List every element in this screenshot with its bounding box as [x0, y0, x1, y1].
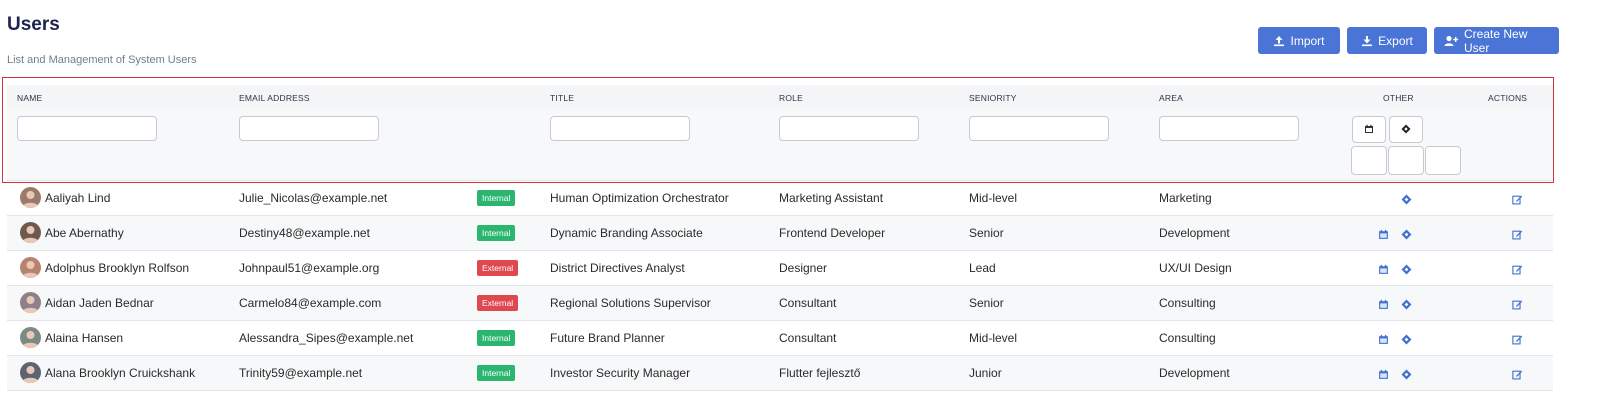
export-label: Export — [1378, 33, 1413, 48]
avatar — [20, 362, 41, 383]
avatar — [20, 257, 41, 278]
calendar-icon[interactable] — [1378, 262, 1389, 280]
diamond-icon[interactable] — [1401, 367, 1412, 385]
status-badge: External — [477, 260, 519, 276]
user-name: Abe Abernathy — [45, 226, 124, 240]
diamond-icon[interactable] — [1401, 332, 1412, 350]
table-row[interactable]: Aidan Jaden Bednar Carmelo84@example.com R… — [7, 286, 1553, 321]
add-user-icon — [1444, 35, 1459, 47]
status-badge: Internal — [477, 225, 516, 241]
user-role: Consultant — [779, 296, 837, 310]
user-seniority: Junior — [969, 366, 1002, 380]
user-role: Marketing Assistant — [779, 191, 884, 205]
page-title: Users — [7, 14, 60, 35]
user-email: Johnpaul51@example.org — [239, 261, 380, 275]
table-row[interactable]: Aaliyah Lind Julie_Nicolas@example.net Hum… — [7, 181, 1553, 216]
user-area: Consulting — [1159, 296, 1216, 310]
diamond-icon[interactable] — [1401, 192, 1412, 210]
user-seniority: Senior — [969, 296, 1004, 310]
calendar-icon[interactable] — [1378, 297, 1389, 315]
user-title: Investor Security Manager — [550, 366, 691, 380]
user-area: UX/UI Design — [1159, 261, 1232, 275]
download-icon — [1361, 35, 1373, 47]
user-role: Flutter fejlesztő — [779, 366, 861, 380]
user-name: Adolphus Brooklyn Rolfson — [45, 261, 190, 275]
status-badge: Internal — [477, 190, 516, 206]
export-button[interactable]: Export — [1347, 27, 1427, 54]
table-row[interactable]: Abe Abernathy Destiny48@example.net Dynami… — [7, 216, 1553, 251]
user-title: Regional Solutions Supervisor — [550, 296, 711, 310]
edit-icon[interactable] — [1512, 332, 1523, 350]
table-row[interactable]: Alaina Hansen Alessandra_Sipes@example.ne… — [7, 321, 1553, 356]
table-row[interactable]: Alana Brooklyn Cruickshank Trinity59@exam… — [7, 356, 1553, 391]
avatar — [20, 187, 41, 208]
user-area: Development — [1159, 366, 1230, 380]
diamond-icon[interactable] — [1401, 297, 1412, 315]
edit-icon[interactable] — [1512, 192, 1523, 210]
user-title: Dynamic Branding Associate — [550, 226, 703, 240]
import-button[interactable]: Import — [1258, 27, 1340, 54]
calendar-icon[interactable] — [1378, 367, 1389, 385]
user-role: Consultant — [779, 331, 837, 345]
filter-highlight-frame — [2, 77, 1554, 183]
user-name: Alaina Hansen — [45, 331, 124, 345]
user-title: District Directives Analyst — [550, 261, 685, 275]
page-subtitle: List and Management of System Users — [7, 54, 197, 66]
edit-icon[interactable] — [1512, 297, 1523, 315]
avatar — [20, 292, 41, 313]
user-name: Aaliyah Lind — [45, 191, 111, 205]
user-area: Consulting — [1159, 331, 1216, 345]
user-email: Destiny48@example.net — [239, 226, 370, 240]
user-title: Future Brand Planner — [550, 331, 665, 345]
upload-icon — [1273, 35, 1285, 47]
user-email: Trinity59@example.net — [239, 366, 363, 380]
user-seniority: Mid-level — [969, 331, 1018, 345]
user-email: Alessandra_Sipes@example.net — [239, 331, 414, 345]
edit-icon[interactable] — [1512, 227, 1523, 245]
user-area: Marketing — [1159, 191, 1212, 205]
user-email: Carmelo84@example.com — [239, 296, 382, 310]
user-name: Aidan Jaden Bednar — [45, 296, 154, 310]
diamond-icon[interactable] — [1401, 262, 1412, 280]
user-seniority: Mid-level — [969, 191, 1018, 205]
table-row[interactable]: Adolphus Brooklyn Rolfson Johnpaul51@exam… — [7, 251, 1553, 286]
user-title: Human Optimization Orchestrator — [550, 191, 729, 205]
user-area: Development — [1159, 226, 1230, 240]
status-badge: External — [477, 295, 519, 311]
avatar — [20, 222, 41, 243]
status-badge: Internal — [477, 330, 516, 346]
user-role: Designer — [779, 261, 828, 275]
user-seniority: Senior — [969, 226, 1004, 240]
avatar — [20, 327, 41, 348]
edit-icon[interactable] — [1512, 367, 1523, 385]
import-label: Import — [1290, 33, 1325, 48]
toolbar: Import Export Create New User — [1258, 26, 1559, 55]
user-name: Alana Brooklyn Cruickshank — [45, 366, 196, 380]
create-user-label: Create New User — [1464, 26, 1528, 55]
calendar-icon[interactable] — [1378, 227, 1389, 245]
edit-icon[interactable] — [1512, 262, 1523, 280]
calendar-icon[interactable] — [1378, 332, 1389, 350]
user-seniority: Lead — [969, 261, 996, 275]
status-badge: Internal — [477, 365, 516, 381]
create-user-button[interactable]: Create New User — [1434, 26, 1559, 55]
user-email: Julie_Nicolas@example.net — [239, 191, 388, 205]
diamond-icon[interactable] — [1401, 227, 1412, 245]
user-role: Frontend Developer — [779, 226, 886, 240]
